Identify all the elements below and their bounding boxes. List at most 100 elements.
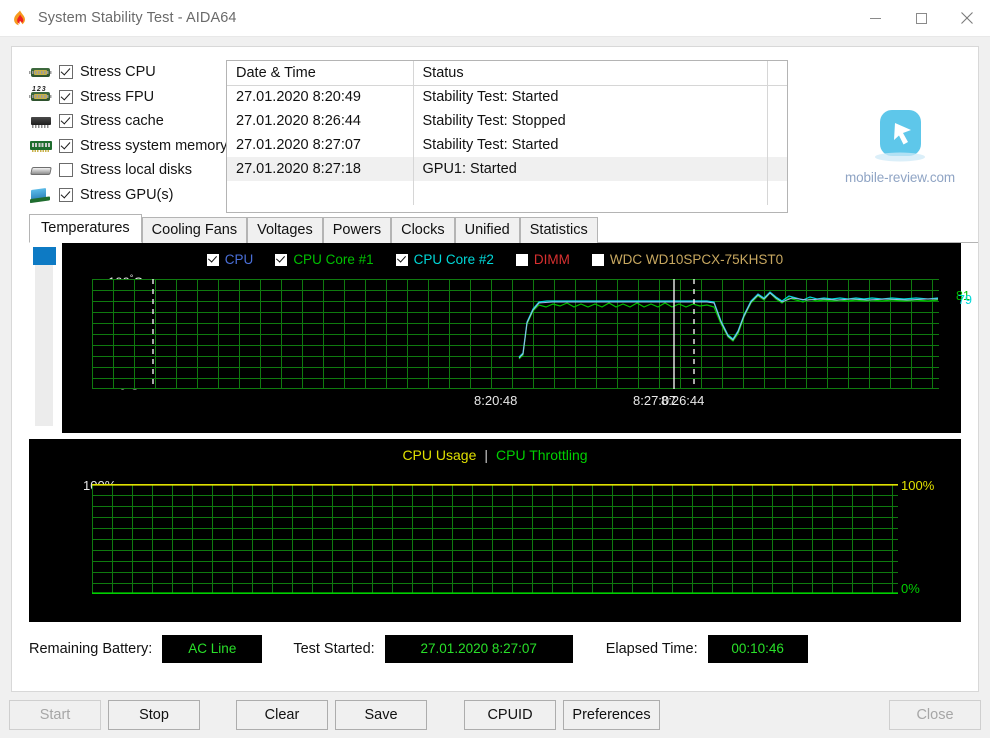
stress-options-list: Stress CPU 123 Stress FPU Stress cache S…: [12, 60, 228, 208]
content-panel: Stress CPU 123 Stress FPU Stress cache S…: [11, 46, 979, 692]
column-header-datetime[interactable]: Date & Time: [227, 61, 414, 86]
table-row[interactable]: 27.01.2020 8:27:18 GPU1: Started: [227, 157, 787, 181]
tab-statistics[interactable]: Statistics: [519, 217, 598, 243]
stress-option-system-memory[interactable]: Stress system memory: [29, 134, 228, 159]
button-bar: Start Stop Clear Save CPUID Preferences …: [0, 700, 990, 730]
stress-gpus-checkbox[interactable]: [59, 187, 73, 202]
temp-value-cpu: 79: [937, 292, 951, 306]
usage-plot: [92, 484, 898, 594]
stress-option-cpu[interactable]: Stress CPU: [29, 60, 224, 85]
remaining-battery-value: AC Line: [162, 635, 263, 663]
temp-value-cpu-core-2: 79: [958, 293, 972, 307]
stress-option-local-disks[interactable]: Stress local disks: [29, 158, 224, 183]
temperature-legend: CPU CPU Core #1 CPU Core #2 DIMM WDC WD1…: [29, 252, 961, 267]
tab-cooling-fans[interactable]: Cooling Fans: [141, 217, 248, 243]
cell-status: GPU1: Started: [413, 157, 768, 181]
graphs-container: CPU CPU Core #1 CPU Core #2 DIMM WDC WD1…: [29, 243, 972, 622]
cell-datetime: 27.01.2020 8:26:44: [227, 109, 414, 133]
stress-fpu-checkbox[interactable]: [59, 89, 73, 104]
stress-option-label: Stress GPU(s): [80, 186, 174, 203]
stress-local-disks-checkbox[interactable]: [59, 163, 73, 178]
legend-label: DIMM: [533, 252, 570, 267]
usage-axis-min-right: 0%: [901, 581, 920, 596]
stress-option-label: Stress FPU: [80, 88, 155, 105]
stress-option-fpu[interactable]: 123 Stress FPU: [29, 85, 224, 110]
legend-item-cpu[interactable]: CPU: [206, 252, 254, 267]
watermark: mobile-review.com: [838, 105, 962, 185]
usage-chart-title: CPU Usage | CPU Throttling: [29, 447, 961, 463]
cell-datetime: 27.01.2020 8:20:49: [227, 85, 414, 109]
remaining-battery-label: Remaining Battery:: [29, 641, 153, 657]
cache-chip-icon: [29, 113, 53, 130]
legend-label: CPU Core #1: [293, 252, 374, 267]
temperature-scrollbar[interactable]: [29, 243, 62, 433]
save-button[interactable]: Save: [335, 700, 427, 730]
close-button[interactable]: Close: [889, 700, 981, 730]
table-row[interactable]: 27.01.2020 8:26:44 Stability Test: Stopp…: [227, 109, 787, 133]
tab-bar: Temperatures Cooling Fans Voltages Power…: [29, 214, 978, 243]
stress-option-gpus[interactable]: Stress GPU(s): [29, 183, 224, 208]
stress-cache-checkbox[interactable]: [59, 114, 73, 129]
event-log-table[interactable]: Date & Time Status 27.01.2020 8:20:49 St…: [226, 60, 788, 213]
stop-button[interactable]: Stop: [108, 700, 200, 730]
legend-cpu-checkbox[interactable]: [206, 253, 219, 266]
legend-cpu-core-1-checkbox[interactable]: [275, 253, 288, 266]
legend-dimm-checkbox[interactable]: [515, 253, 528, 266]
elapsed-time-value: 00:10:46: [707, 635, 808, 663]
temp-xtick-1: 8:20:48: [474, 393, 518, 408]
column-header-status[interactable]: Status: [413, 61, 768, 86]
tab-powers[interactable]: Powers: [322, 217, 392, 243]
stress-option-cache[interactable]: Stress cache: [29, 109, 224, 134]
fpu-chip-icon: 123: [29, 86, 53, 105]
cell-status: Stability Test: Started: [413, 85, 768, 109]
tab-voltages[interactable]: Voltages: [247, 217, 323, 243]
stress-option-label: Stress CPU: [80, 64, 156, 81]
cell-status: Stability Test: Started: [413, 133, 768, 157]
legend-cpu-core-2-checkbox[interactable]: [395, 253, 408, 266]
legend-label: CPU: [224, 252, 254, 267]
usage-title-separator: |: [484, 447, 488, 463]
table-row-empty: [227, 181, 787, 205]
start-button[interactable]: Start: [9, 700, 101, 730]
scrollbar-track[interactable]: [34, 249, 54, 427]
memory-module-icon: [29, 137, 53, 154]
window-controls: [852, 0, 990, 37]
legend-item-wdc-disk[interactable]: WDC WD10SPCX-75KHST0: [591, 252, 784, 267]
status-strip: Remaining Battery: AC Line Test Started:…: [29, 635, 978, 663]
stress-cpu-checkbox[interactable]: [59, 65, 73, 80]
window-title: System Stability Test - AIDA64: [38, 10, 237, 26]
title-bar: System Stability Test - AIDA64: [0, 0, 990, 37]
legend-item-dimm[interactable]: DIMM: [515, 252, 570, 267]
preferences-button[interactable]: Preferences: [563, 700, 660, 730]
tab-clocks[interactable]: Clocks: [391, 217, 455, 243]
temperature-plot: [92, 279, 939, 389]
maximize-icon[interactable]: [898, 0, 944, 37]
minimize-icon[interactable]: [852, 0, 898, 37]
legend-wdc-disk-checkbox[interactable]: [591, 253, 604, 266]
legend-item-cpu-core-2[interactable]: CPU Core #2: [395, 252, 494, 267]
flame-icon: [11, 9, 29, 27]
gpu-card-icon: [29, 186, 53, 203]
mobile-review-logo-icon: [868, 105, 932, 169]
stress-option-label: Stress system memory: [80, 137, 228, 154]
test-started-label: Test Started:: [293, 641, 375, 657]
stress-system-memory-checkbox[interactable]: [59, 138, 73, 153]
tab-unified[interactable]: Unified: [454, 217, 520, 243]
window-body: Stress CPU 123 Stress FPU Stress cache S…: [0, 37, 990, 738]
table-row[interactable]: 27.01.2020 8:27:07 Stability Test: Start…: [227, 133, 787, 157]
cell-empty: [767, 85, 787, 109]
clear-button[interactable]: Clear: [236, 700, 328, 730]
legend-label: WDC WD10SPCX-75KHST0: [609, 252, 784, 267]
cpuid-button[interactable]: CPUID: [464, 700, 556, 730]
stress-option-label: Stress cache: [80, 113, 164, 130]
table-row[interactable]: 27.01.2020 8:20:49 Stability Test: Start…: [227, 85, 787, 109]
cell-datetime: 27.01.2020 8:27:07: [227, 133, 414, 157]
legend-label: CPU Core #2: [413, 252, 494, 267]
tab-temperatures[interactable]: Temperatures: [29, 214, 142, 243]
cell-empty: [767, 157, 787, 181]
close-icon[interactable]: [944, 0, 990, 37]
top-region: Stress CPU 123 Stress FPU Stress cache S…: [12, 47, 978, 213]
column-header-empty[interactable]: [767, 61, 787, 86]
legend-item-cpu-core-1[interactable]: CPU Core #1: [275, 252, 374, 267]
usage-title-cpu-usage: CPU Usage: [402, 447, 477, 463]
